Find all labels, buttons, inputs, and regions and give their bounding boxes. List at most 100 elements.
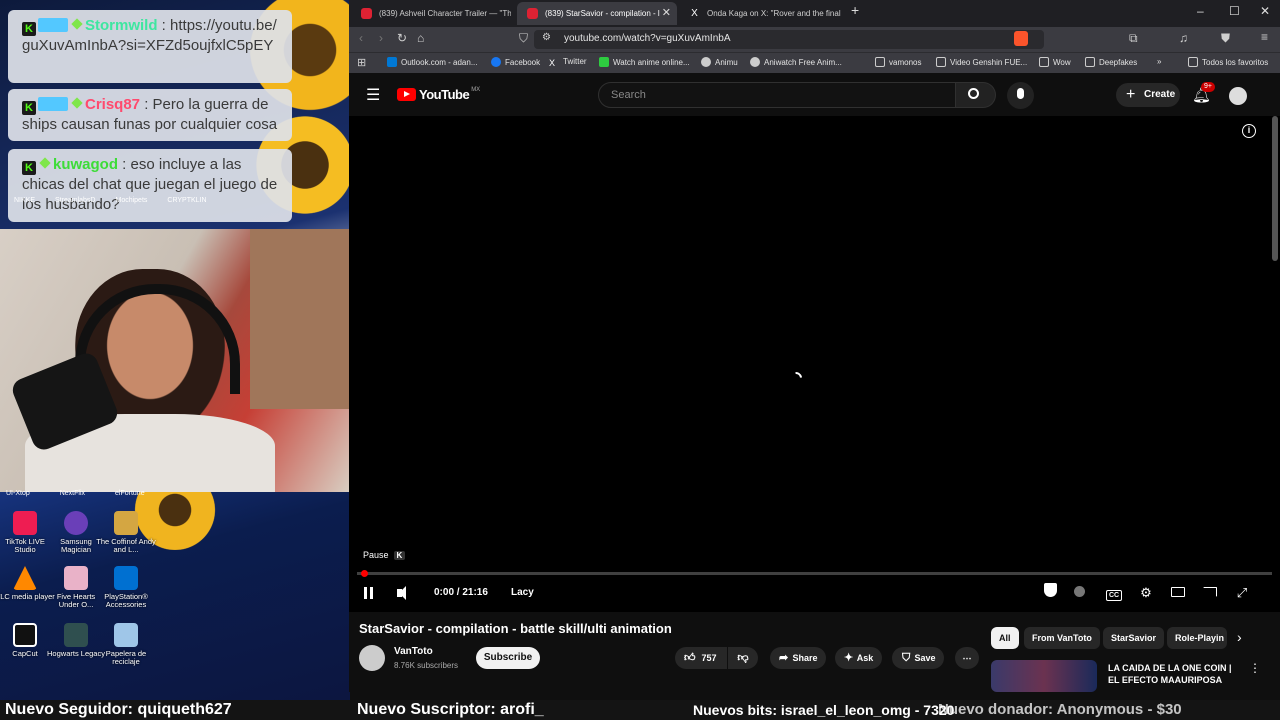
gear-icon: ⚙ — [1140, 585, 1152, 600]
settings-button[interactable]: ⚙ — [1136, 583, 1156, 603]
hamburger-menu-icon[interactable]: ☰ — [366, 85, 380, 105]
bookmark-outlook[interactable]: Outlook.com - adan... — [387, 57, 477, 67]
bookmark-facebook[interactable]: Facebook — [491, 57, 540, 67]
wallet-icon[interactable]: ⛊ — [1221, 31, 1230, 46]
bookmark-aniwatch[interactable]: Aniwatch Free Anim... — [750, 57, 842, 67]
desktop-icon-coffin[interactable]: The Coffinof Andy and L... — [96, 511, 156, 554]
game-icon — [64, 623, 88, 647]
fullscreen-button[interactable]: ⤢ — [1232, 583, 1252, 603]
tab-onda-kaga[interactable]: X Onda Kaga on X: "Rover and the final — [679, 2, 844, 25]
desktop-label: Mochipets — [115, 197, 148, 204]
avatar[interactable] — [1229, 87, 1247, 105]
recommended-title[interactable]: LA CAIDA DE LA ONE COIN | EL EFECTO MAAU… — [1108, 662, 1238, 686]
chips-next-icon[interactable]: › — [1237, 629, 1242, 645]
chip-role-playing[interactable]: Role-Playin — [1167, 627, 1227, 649]
ticker-subscriber: Nuevo Suscriptor: arofi_ — [357, 701, 544, 718]
kick-badge-icon: K — [22, 101, 36, 115]
channel-name[interactable]: VanToto — [394, 646, 433, 657]
subtitles-button[interactable]: CC — [1104, 583, 1124, 603]
youtube-favicon-icon — [527, 8, 538, 19]
voice-search-button[interactable] — [1007, 82, 1034, 109]
apps-grid-icon[interactable]: ⊞ — [357, 56, 366, 69]
extensions-icon[interactable]: ⧉ — [1129, 31, 1138, 46]
subscribe-button[interactable]: Subscribe — [476, 647, 540, 669]
tab-ashveil[interactable]: (839) Ashveil Character Trailer — "Th — [351, 2, 511, 25]
site-info-icon[interactable]: ⚙ — [542, 32, 551, 43]
scrollbar[interactable] — [1272, 116, 1278, 261]
cast-button[interactable] — [1200, 583, 1220, 603]
folder-icon — [1039, 57, 1049, 67]
bookmark-twitter[interactable]: X Twitter — [549, 57, 587, 68]
ask-button[interactable]: ✦ Ask — [835, 647, 882, 669]
chat-username: Stormwild — [85, 17, 158, 34]
adblock-shield-button[interactable] — [1040, 583, 1060, 603]
create-button[interactable]: + Create — [1116, 83, 1180, 107]
forward-icon[interactable]: › — [379, 31, 383, 45]
more-actions-button[interactable]: ⋯ — [955, 647, 979, 669]
miniplayer-button[interactable] — [1168, 583, 1188, 603]
folder-icon — [1188, 57, 1198, 67]
recommended-thumbnail[interactable] — [991, 660, 1097, 692]
search-input[interactable]: Search — [598, 82, 956, 108]
volume-button[interactable] — [393, 583, 413, 603]
save-button[interactable]: ⛉ Save — [892, 647, 944, 669]
fullscreen-icon: ⤢ — [1236, 585, 1248, 600]
minimize-button[interactable]: – — [1197, 4, 1204, 18]
scrubber-handle[interactable] — [361, 570, 368, 577]
address-bar[interactable]: ⚙ youtube.com/watch?v=guXuvAmInbA — [534, 30, 1044, 49]
chip-all[interactable]: All — [991, 627, 1019, 649]
channel-avatar[interactable] — [359, 645, 385, 671]
autoplay-toggle[interactable] — [1069, 583, 1089, 603]
stream-overlay: K Stormwild : https://youtu.be/guXuvAmInb… — [0, 0, 350, 700]
bookmark-watch-anime[interactable]: Watch anime online... — [599, 57, 690, 67]
reload-icon[interactable]: ↻ — [397, 31, 407, 45]
close-window-button[interactable]: ✕ — [1260, 4, 1270, 18]
bookmark-folder-wow[interactable]: Wow — [1039, 57, 1071, 67]
close-tab-icon[interactable]: ✕ — [662, 2, 671, 25]
webcam-feed — [0, 229, 350, 492]
ticker-bits: Nuevos bits: israel_el_leon_omg - 7320 — [693, 702, 955, 718]
game-icon — [64, 566, 88, 590]
dislike-button[interactable]: 👎︎ — [728, 647, 758, 669]
bookmark-folder-vamonos[interactable]: vamonos — [875, 57, 921, 67]
desktop-icon-playstation[interactable]: PlayStation® Accessories — [96, 566, 156, 609]
url-text: youtube.com/watch?v=guXuvAmInbA — [564, 33, 731, 44]
back-icon[interactable]: ‹ — [359, 31, 363, 45]
subscriber-count: 8.76K subscribers — [394, 661, 459, 670]
more-vert-icon[interactable]: ⋮ — [1249, 661, 1261, 675]
info-icon[interactable]: i — [1242, 124, 1256, 138]
chip-from-channel[interactable]: From VanToto — [1024, 627, 1100, 649]
youtube-logo[interactable]: YouTube MX — [397, 87, 480, 102]
desktop-label: UI-Xtop — [6, 490, 30, 497]
video-player[interactable]: i Pause K 0:00 / 21:16 Lacy CC ⚙ ⤢ — [349, 116, 1280, 612]
desktop-icon-recycle-bin[interactable]: Papelera de reciclaje — [96, 623, 156, 666]
notifications-button[interactable]: 🔔︎ 9+ — [1192, 82, 1215, 104]
tab-starsavior[interactable]: (839) StarSavior - compilation - l ✕ — [517, 2, 677, 25]
search-button[interactable] — [956, 82, 996, 108]
bookmark-animu[interactable]: Animu — [701, 57, 738, 67]
chip-starsavior[interactable]: StarSavior — [1103, 627, 1165, 649]
like-button[interactable]: 👍︎ 757 — [675, 647, 727, 669]
bookmark-all-favorites[interactable]: Todos los favoritos — [1188, 57, 1268, 67]
bookmark-folder-deepfakes[interactable]: Deepfakes — [1085, 57, 1137, 67]
thumbs-down-icon: 👎︎ — [737, 652, 749, 664]
folder-icon — [875, 57, 885, 67]
bookmarks-overflow-icon[interactable]: » — [1157, 57, 1161, 66]
pause-button[interactable] — [359, 583, 379, 603]
share-button[interactable]: ➦ Share — [770, 647, 826, 669]
folder-icon — [1085, 57, 1095, 67]
new-tab-button[interactable]: + — [851, 2, 859, 18]
desktop-label: StreamlabsD — [55, 197, 96, 204]
home-icon[interactable]: ⌂ — [417, 31, 424, 45]
menu-icon[interactable]: ≡ — [1261, 30, 1268, 44]
bookmark-icon[interactable]: ⛉ — [519, 31, 528, 46]
brave-shield-icon[interactable] — [1014, 31, 1028, 46]
desktop-label: NextFlix — [59, 490, 86, 497]
bookmark-folder-genshin[interactable]: Video Genshin FUE... — [936, 57, 1027, 67]
maximize-button[interactable]: ☐ — [1229, 4, 1240, 18]
vlc-icon — [13, 566, 37, 590]
event-ticker: Nuevo Seguidor: quiqueth627 Nuevo Suscri… — [0, 700, 1280, 720]
music-icon[interactable]: ♫ — [1179, 31, 1188, 45]
chapter-label[interactable]: Lacy — [511, 587, 534, 598]
progress-bar[interactable] — [357, 570, 1272, 577]
